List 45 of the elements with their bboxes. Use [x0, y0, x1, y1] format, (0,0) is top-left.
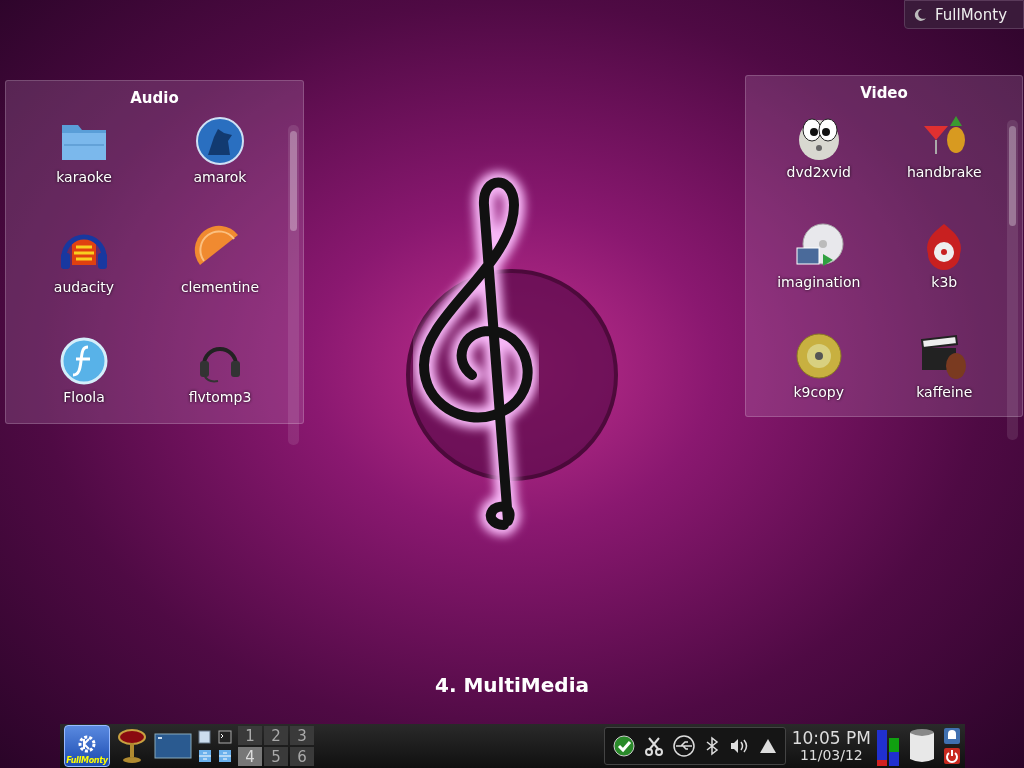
virtual-desktop[interactable]: 5	[264, 747, 288, 766]
desktop-icon-item[interactable]: flvtomp3	[152, 335, 288, 445]
virtual-desktop[interactable]: 2	[264, 726, 288, 745]
widget-title: Audio	[129, 88, 180, 109]
letter-f-icon	[58, 335, 110, 387]
check-icon[interactable]	[612, 735, 635, 757]
digital-clock[interactable]: 10:05 PM 11/03/12	[791, 729, 871, 763]
gear-k-icon	[78, 735, 96, 753]
file-cabinet-icon[interactable]	[218, 748, 232, 763]
lock-icon[interactable]	[943, 727, 961, 745]
desktop-icon-item[interactable]: audacity	[16, 225, 152, 335]
widget-title: Video	[859, 83, 909, 104]
desktop-icon-item[interactable]: k3b	[881, 220, 1007, 330]
clock-time: 10:05 PM	[791, 729, 871, 748]
bluetooth-icon[interactable]	[704, 736, 719, 756]
desktop-icon-item[interactable]: dvd2xvid	[756, 110, 882, 220]
desktop-icon-item[interactable]: kaffeine	[881, 330, 1007, 440]
scrollbar[interactable]	[288, 125, 299, 445]
virtual-desktop[interactable]: 3	[290, 726, 314, 745]
scrollbar[interactable]	[1007, 120, 1018, 440]
desktop-icon-item[interactable]: Floola	[16, 335, 152, 445]
activity-name: 4. MultiMedia	[434, 673, 590, 697]
usb-icon[interactable]	[672, 735, 695, 757]
desktop-icon-item[interactable]: imagination	[756, 220, 882, 330]
chalice-icon[interactable]	[116, 727, 148, 765]
clock-date: 11/03/12	[799, 747, 863, 763]
desktop-icon[interactable]	[154, 731, 192, 761]
desktop-button[interactable]: FullMonty	[904, 0, 1024, 29]
power-icon[interactable]	[943, 747, 961, 765]
desktop-icon-item[interactable]: clementine	[152, 225, 288, 335]
virtual-desktop[interactable]: 1	[238, 726, 262, 745]
desktop-icon-item[interactable]: handbrake	[881, 110, 1007, 220]
virtual-desktop[interactable]: 6	[290, 747, 314, 766]
trash-icon[interactable]	[907, 728, 937, 764]
desktop-icon-item[interactable]: karaoke	[16, 115, 152, 225]
file-cabinet-icon[interactable]	[198, 748, 212, 763]
notes-icon[interactable]	[198, 729, 212, 744]
expand-tray-icon[interactable]	[758, 737, 777, 755]
moon-icon	[913, 7, 927, 22]
terminal-icon[interactable]	[218, 729, 232, 744]
scissors-icon[interactable]	[644, 736, 663, 756]
desktop-icon-item[interactable]: amarok	[152, 115, 288, 225]
application-launcher[interactable]: FullMonty	[64, 725, 110, 767]
desktop-icon-item[interactable]: k9copy	[756, 330, 882, 440]
volume-icon[interactable]	[728, 737, 749, 755]
